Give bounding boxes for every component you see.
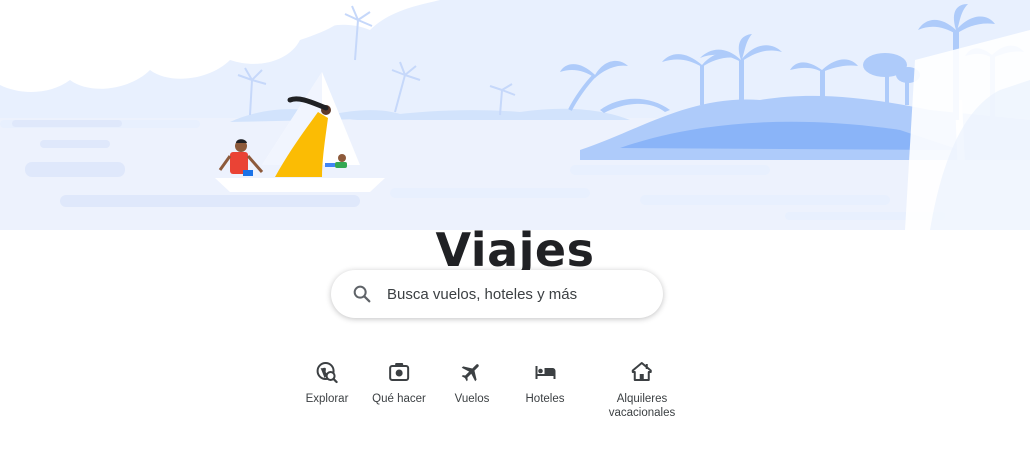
nav-item-explorar[interactable]: Explorar bbox=[305, 360, 349, 406]
search-input[interactable] bbox=[385, 284, 649, 304]
hotel-bed-icon bbox=[533, 360, 557, 384]
nav-label: Alquileres vacacionales bbox=[608, 393, 676, 419]
nav-item-vuelos[interactable]: Vuelos bbox=[454, 360, 490, 406]
search-box[interactable] bbox=[331, 270, 663, 318]
nav-label: Explorar bbox=[305, 393, 349, 405]
nav-item-hoteles[interactable]: Hoteles bbox=[526, 360, 565, 406]
nav-item-alquileres-vacacionales[interactable]: Alquileres vacacionales bbox=[609, 360, 675, 420]
nav-item-que-hacer[interactable]: Qué hacer bbox=[372, 360, 426, 406]
category-nav: Explorar Qué hacer Vuelos Hoteles Alquil… bbox=[0, 360, 1030, 430]
page-title: Viajes bbox=[435, 222, 595, 277]
vacation-rental-house-icon bbox=[630, 360, 654, 384]
search-icon bbox=[351, 283, 373, 305]
explore-icon bbox=[315, 360, 339, 384]
hero-illustration bbox=[0, 0, 1030, 230]
things-to-do-icon bbox=[387, 360, 411, 384]
nav-label: Hoteles bbox=[525, 393, 565, 405]
nav-label: Vuelos bbox=[454, 393, 490, 405]
nav-label: Qué hacer bbox=[372, 393, 426, 405]
flight-icon bbox=[460, 360, 484, 384]
travel-illustration-image bbox=[0, 0, 1030, 230]
